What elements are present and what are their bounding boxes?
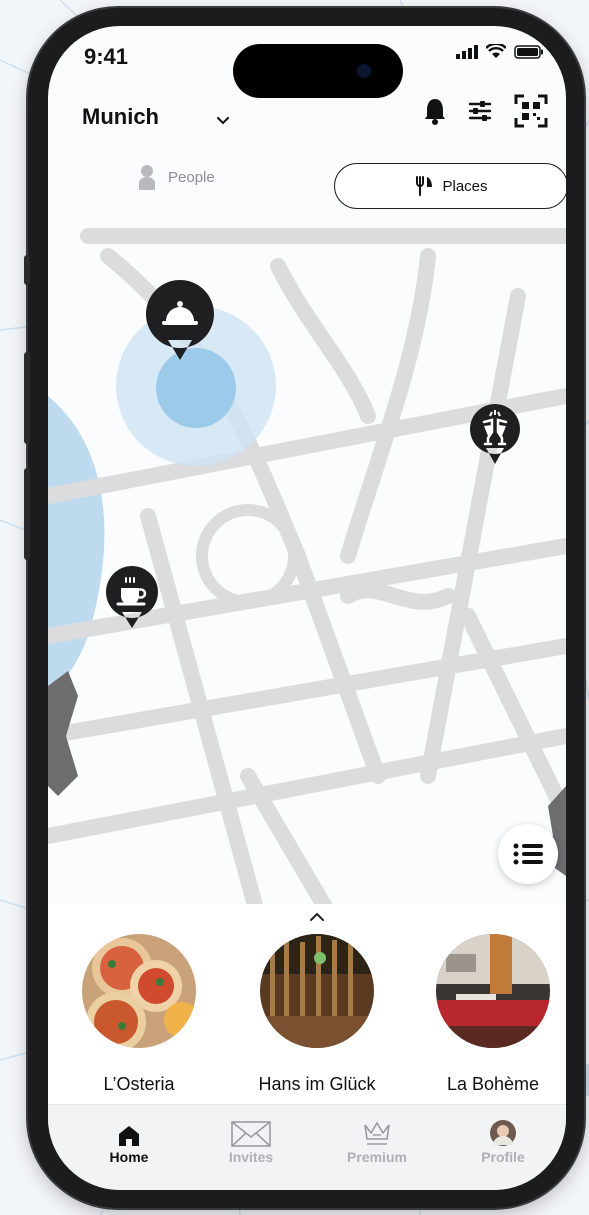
- list-view-button[interactable]: [498, 824, 558, 884]
- people-toggle[interactable]: People: [138, 164, 215, 190]
- city-name: Munich: [82, 104, 159, 129]
- tab-invites[interactable]: Invites: [206, 1115, 296, 1165]
- status-time: 9:41: [84, 44, 129, 69]
- chevron-down-icon: [217, 117, 229, 125]
- dynamic-island: [233, 44, 403, 98]
- side-button-mute: [24, 255, 30, 285]
- place-card[interactable]: L’Osteria: [69, 934, 209, 1095]
- place-name: L’Osteria: [103, 1074, 175, 1094]
- filter-sliders-icon[interactable]: [468, 99, 492, 123]
- place-photo: [260, 934, 374, 1048]
- qr-code-icon[interactable]: [514, 94, 548, 128]
- chevron-up-icon[interactable]: [310, 912, 324, 921]
- tab-label: Premium: [347, 1149, 407, 1165]
- crown-icon: [364, 1121, 390, 1145]
- place-photo: [436, 934, 550, 1048]
- wifi-icon: [486, 44, 506, 58]
- bar-pin-icon[interactable]: [470, 404, 520, 490]
- envelope-icon: [231, 1121, 271, 1147]
- tab-label: Profile: [481, 1149, 525, 1165]
- tab-profile[interactable]: Profile: [458, 1115, 548, 1165]
- avatar-icon: [490, 1120, 516, 1146]
- tab-label: Invites: [228, 1149, 274, 1165]
- status-icons: [456, 44, 544, 59]
- place-photo: [82, 934, 196, 1048]
- person-icon: [139, 165, 155, 190]
- places-label: Places: [442, 177, 488, 195]
- tab-label: Home: [109, 1149, 149, 1165]
- fork-knife-icon: [416, 176, 433, 196]
- tab-bar: Home Invites Premium Profile: [48, 1104, 566, 1190]
- signal-icon: [456, 44, 478, 59]
- side-button-volume-down: [24, 468, 30, 560]
- battery-icon: [514, 44, 543, 59]
- list-icon: [513, 843, 543, 865]
- tab-premium[interactable]: Premium: [332, 1115, 422, 1165]
- places-toggle[interactable]: Places: [334, 163, 566, 209]
- cafe-pin-icon[interactable]: [106, 566, 158, 652]
- places-sheet: L’Osteria Hans im Glück La Bohème: [48, 904, 566, 1104]
- place-name: La Bohème: [446, 1074, 540, 1094]
- tab-home[interactable]: Home: [84, 1115, 174, 1165]
- place-card[interactable]: Hans im Glück: [247, 934, 387, 1095]
- restaurant-pin-icon[interactable]: [146, 280, 214, 392]
- app-screen: 9:41 Munich People Places L’Osteria Hans…: [48, 26, 566, 1190]
- place-card[interactable]: La Bohème: [423, 934, 563, 1095]
- home-icon: [119, 1126, 139, 1146]
- bell-icon[interactable]: [424, 97, 446, 125]
- city-selector[interactable]: Munich: [82, 104, 229, 130]
- people-label: People: [168, 168, 215, 186]
- place-name: Hans im Glück: [258, 1074, 376, 1094]
- side-button-volume-up: [24, 352, 30, 444]
- header-actions: [424, 94, 548, 128]
